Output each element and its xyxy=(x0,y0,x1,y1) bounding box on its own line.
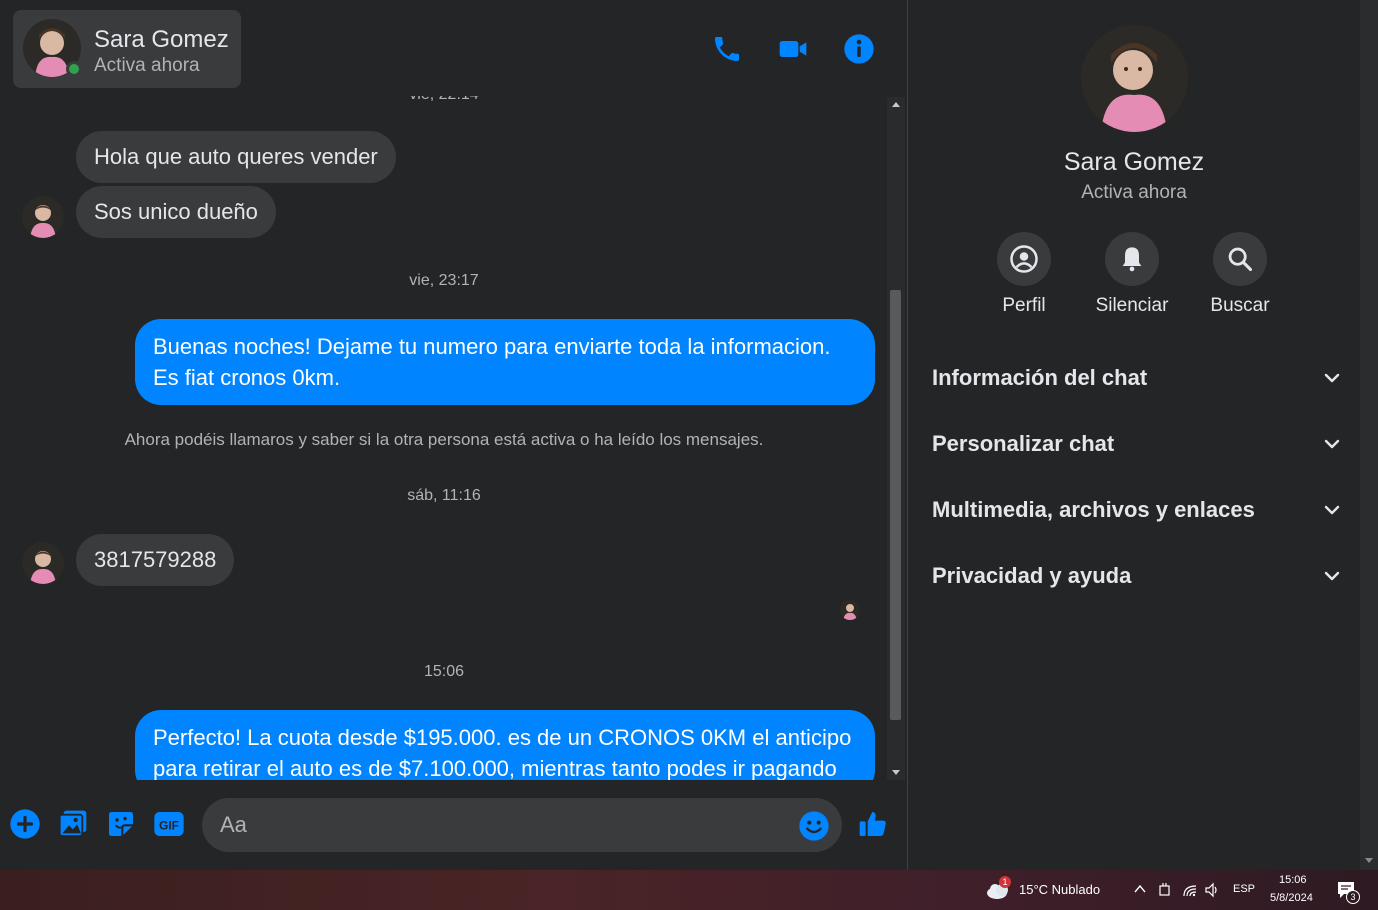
message-composer[interactable] xyxy=(202,798,842,852)
sidebar-avatar xyxy=(1081,25,1188,132)
message-scrollbar[interactable] xyxy=(887,97,905,780)
section-chat-info[interactable]: Información del chat xyxy=(932,358,1342,398)
search-label: Buscar xyxy=(1210,295,1270,316)
section-label: Privacidad y ayuda xyxy=(932,563,1132,588)
system-notice: Ahora podéis llamaros y saber si la otra… xyxy=(124,430,764,449)
timestamp: sáb, 11:16 xyxy=(407,487,481,504)
section-privacy-help[interactable]: Privacidad y ayuda xyxy=(932,556,1342,596)
outgoing-message[interactable]: Buenas noches! Dejame tu numero para env… xyxy=(135,319,875,405)
svg-text:GIF: GIF xyxy=(159,818,179,832)
read-receipt-avatar xyxy=(840,600,860,620)
sidebar-contact-status: Activa ahora xyxy=(1081,182,1187,203)
online-indicator xyxy=(66,61,82,77)
timestamp: vie, 23:17 xyxy=(409,272,479,289)
scroll-thumb[interactable] xyxy=(890,290,901,720)
weather-alert-badge: 1 xyxy=(999,876,1011,888)
weather-text[interactable]: 15°C Nublado xyxy=(1019,882,1100,897)
incoming-message[interactable]: 3817579288 xyxy=(76,534,235,586)
profile-label: Perfil xyxy=(1002,295,1046,316)
taskbar: 1 15°C Nublado ESP 15:06 5/8/2024 3 xyxy=(0,870,1378,910)
section-label: Información del chat xyxy=(932,365,1148,390)
info-icon[interactable] xyxy=(842,32,876,66)
contact-status: Activa ahora xyxy=(94,55,200,76)
bell-icon[interactable] xyxy=(1105,232,1159,286)
section-media-files-links[interactable]: Multimedia, archivos y enlaces xyxy=(932,490,1342,530)
mute-button[interactable]: Silenciar xyxy=(1077,232,1187,317)
profile-button[interactable]: Perfil xyxy=(969,232,1079,317)
gif-icon[interactable]: GIF xyxy=(153,808,185,840)
incoming-message[interactable]: Hola que auto queres vender xyxy=(76,131,396,183)
contact-header[interactable]: Sara Gomez Activa ahora xyxy=(13,10,241,88)
image-upload-icon[interactable] xyxy=(57,808,89,840)
messenger-window: Sara Gomez Activa ahora vie, 22:14 Hola … xyxy=(0,0,1378,870)
panel-divider xyxy=(907,0,908,870)
search-button[interactable]: Buscar xyxy=(1185,232,1295,317)
sidebar-contact-name: Sara Gomez xyxy=(1063,148,1205,176)
clock-time[interactable]: 15:06 xyxy=(1279,874,1307,886)
language-indicator[interactable]: ESP xyxy=(1233,883,1255,895)
timestamp: vie, 22:14 xyxy=(0,96,888,104)
wifi-icon[interactable] xyxy=(1182,882,1198,903)
phone-call-icon[interactable] xyxy=(710,32,744,66)
contact-mini-avatar xyxy=(22,196,64,238)
contact-name: Sara Gomez xyxy=(94,26,229,53)
search-icon[interactable] xyxy=(1213,232,1267,286)
timestamp: 15:06 xyxy=(423,663,465,680)
chevron-down-icon xyxy=(1324,571,1340,581)
device-icon[interactable] xyxy=(1158,882,1172,903)
scroll-down-arrow-icon[interactable] xyxy=(1365,858,1373,864)
add-plus-icon[interactable] xyxy=(9,808,41,840)
clock-date[interactable]: 5/8/2024 xyxy=(1270,892,1313,904)
chevron-down-icon xyxy=(1324,505,1340,515)
message-list[interactable]: vie, 22:14 Hola que auto queres vender S… xyxy=(0,96,888,780)
scroll-down-arrow-icon[interactable] xyxy=(887,766,905,780)
sidebar-scrollbar[interactable] xyxy=(1360,0,1378,870)
chevron-up-icon[interactable] xyxy=(1133,882,1147,901)
message-input[interactable] xyxy=(220,810,780,840)
notification-count-badge: 3 xyxy=(1346,890,1360,904)
emoji-icon[interactable] xyxy=(798,810,830,842)
section-label: Personalizar chat xyxy=(932,431,1115,456)
chevron-down-icon xyxy=(1324,439,1340,449)
mute-label: Silenciar xyxy=(1095,295,1169,316)
profile-icon[interactable] xyxy=(997,232,1051,286)
speaker-icon[interactable] xyxy=(1204,882,1220,903)
outgoing-message[interactable]: Perfecto! La cuota desde $195.000. es de… xyxy=(135,710,875,780)
contact-mini-avatar xyxy=(22,542,64,584)
chevron-down-icon xyxy=(1324,373,1340,383)
section-customize-chat[interactable]: Personalizar chat xyxy=(932,424,1342,464)
sticker-icon[interactable] xyxy=(105,808,137,840)
section-label: Multimedia, archivos y enlaces xyxy=(932,497,1255,522)
like-thumbs-up-icon[interactable] xyxy=(857,808,889,840)
incoming-message[interactable]: Sos unico dueño xyxy=(76,186,276,238)
scroll-up-arrow-icon[interactable] xyxy=(887,97,905,111)
video-call-icon[interactable] xyxy=(776,32,810,66)
